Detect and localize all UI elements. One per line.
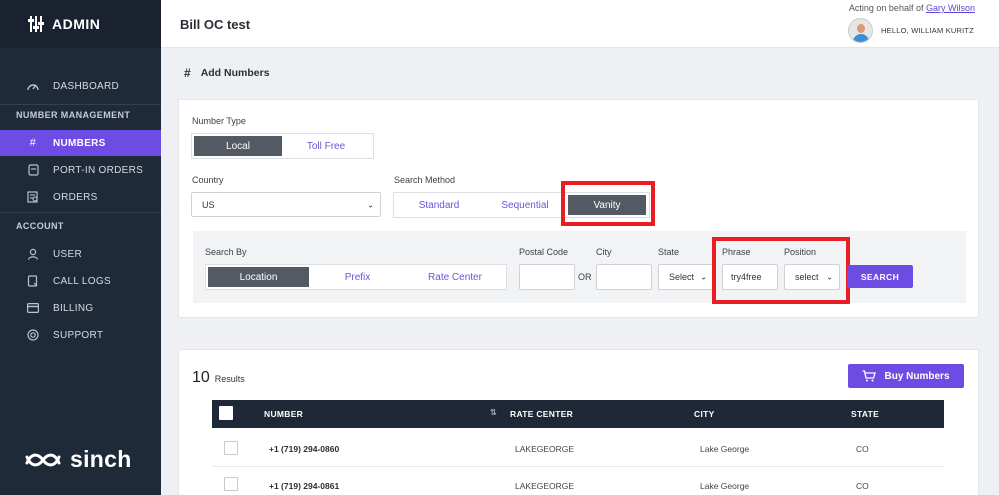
or-text: OR [578, 272, 592, 282]
user-menu[interactable]: HELLO, WILLIAM KURITZ [848, 18, 974, 43]
state-value: Select [669, 272, 695, 282]
sidebar-item-label: PORT-IN ORDERS [53, 164, 144, 176]
state-label: State [658, 247, 680, 257]
highlight-phrase-position [712, 237, 850, 304]
cell-city: Lake George [700, 481, 750, 491]
results-number: 10 [192, 369, 210, 386]
sidebar-item-billing[interactable]: BILLING [0, 295, 161, 321]
search-by-toggle: Location Prefix Rate Center [205, 264, 507, 290]
table-row[interactable]: +1 (719) 294-0861 LAKEGEORGE Lake George… [212, 467, 944, 495]
greeting: HELLO, WILLIAM KURITZ [881, 26, 974, 35]
postal-code-label: Postal Code [519, 247, 569, 257]
column-header-city[interactable]: CITY [694, 409, 715, 419]
search-method-label: Search Method [394, 175, 456, 185]
country-label: Country [192, 175, 224, 185]
sidebar-item-label: BILLING [53, 302, 94, 314]
divider [0, 104, 161, 105]
search-by-label: Search By [205, 247, 247, 257]
sinch-logo: sinch [24, 446, 132, 473]
cell-rate-center: LAKEGEORGE [515, 481, 575, 491]
country-value: US [202, 199, 215, 210]
section-title: Add Numbers [200, 67, 270, 79]
city-label: City [596, 247, 612, 257]
cell-number: +1 (719) 294-0860 [269, 444, 340, 454]
cell-state: CO [856, 444, 869, 454]
search-button[interactable]: SEARCH [847, 265, 913, 288]
list-search-icon [26, 190, 40, 204]
sidebar-item-call-logs[interactable]: CALL LOGS [0, 268, 161, 294]
results-label: Results [214, 374, 245, 384]
sidebar: ADMIN DASHBOARD NUMBER MANAGEMENT # NUMB… [0, 0, 161, 495]
sidebar-item-dashboard[interactable]: DASHBOARD [0, 73, 161, 99]
table-row[interactable]: +1 (719) 294-0860 LAKEGEORGE Lake George… [212, 430, 944, 467]
chevron-down-icon: ⌄ [700, 272, 707, 282]
sidebar-item-label: ORDERS [53, 191, 98, 203]
results-count: 10 Results [192, 369, 245, 387]
sidebar-item-label: DASHBOARD [53, 80, 120, 92]
top-bar: Bill OC test Acting on behalf of Gary Wi… [161, 0, 999, 48]
column-header-number[interactable]: NUMBER [264, 409, 303, 419]
hash-icon: # [29, 137, 37, 149]
number-type-local[interactable]: Local [194, 136, 282, 156]
sidebar-item-label: CALL LOGS [53, 275, 111, 287]
column-header-state[interactable]: STATE [851, 409, 879, 419]
buy-numbers-button[interactable]: Buy Numbers [848, 364, 964, 388]
sidebar-item-numbers[interactable]: # NUMBERS [0, 130, 161, 156]
cell-number: +1 (719) 294-0861 [269, 481, 340, 491]
postal-code-input[interactable] [519, 264, 575, 290]
hash-icon: # [184, 66, 191, 80]
divider [0, 212, 161, 213]
country-select[interactable]: US ⌄ [191, 192, 381, 217]
column-header-rate-center[interactable]: RATE CENTER [510, 409, 573, 419]
acting-on-behalf: Acting on behalf of Gary Wilson [849, 3, 975, 13]
select-all-checkbox[interactable] [219, 406, 233, 420]
sinch-mark-icon [25, 453, 61, 466]
number-type-label: Number Type [192, 116, 246, 126]
number-type-toll-free[interactable]: Toll Free [282, 136, 370, 156]
search-by-rate-center[interactable]: Rate Center [406, 267, 504, 287]
acting-prefix: Acting on behalf of [848, 3, 924, 13]
gauge-icon [26, 79, 40, 93]
search-method-standard[interactable]: Standard [396, 195, 482, 215]
cell-city: Lake George [700, 444, 750, 454]
brand[interactable]: ADMIN [0, 0, 161, 48]
state-select[interactable]: Select ⌄ [658, 264, 714, 290]
table-header: NUMBER ⇅ RATE CENTER CITY STATE [212, 400, 944, 428]
port-icon [26, 163, 40, 177]
sidebar-item-user[interactable]: USER [0, 241, 161, 267]
sidebar-item-orders[interactable]: ORDERS [0, 184, 161, 210]
sidebar-item-label: SUPPORT [53, 329, 104, 341]
sidebar-item-label: NUMBERS [53, 137, 106, 149]
cell-state: CO [856, 481, 869, 491]
chevron-down-icon: ⌄ [367, 200, 374, 209]
phone-log-icon [26, 274, 40, 288]
cart-icon [862, 370, 877, 382]
search-by-prefix[interactable]: Prefix [309, 267, 406, 287]
highlight-vanity [561, 181, 655, 226]
section-label-account: ACCOUNT [16, 221, 64, 231]
section-label-number-management: NUMBER MANAGEMENT [16, 110, 131, 120]
acting-user-link[interactable]: Gary Wilson [926, 3, 975, 13]
row-checkbox[interactable] [224, 477, 238, 491]
brand-title: ADMIN [52, 16, 101, 32]
avatar[interactable] [848, 18, 874, 43]
lifebuoy-icon [26, 328, 40, 342]
row-checkbox[interactable] [224, 441, 238, 455]
sinch-wordmark: sinch [70, 446, 132, 472]
section-heading: # Add Numbers [184, 66, 270, 80]
buy-numbers-label: Buy Numbers [884, 370, 950, 382]
city-input[interactable] [596, 264, 652, 290]
sort-icon[interactable]: ⇅ [490, 408, 497, 417]
user-icon [26, 247, 40, 261]
sliders-icon [28, 15, 44, 33]
sidebar-item-port-in-orders[interactable]: PORT-IN ORDERS [0, 157, 161, 183]
credit-card-icon [26, 301, 40, 315]
page-title: Bill OC test [180, 17, 251, 32]
sidebar-item-label: USER [53, 248, 82, 260]
number-type-toggle: Local Toll Free [191, 133, 374, 159]
search-method-sequential[interactable]: Sequential [482, 195, 568, 215]
search-by-location[interactable]: Location [208, 267, 309, 287]
sidebar-item-support[interactable]: SUPPORT [0, 322, 161, 348]
cell-rate-center: LAKEGEORGE [515, 444, 575, 454]
